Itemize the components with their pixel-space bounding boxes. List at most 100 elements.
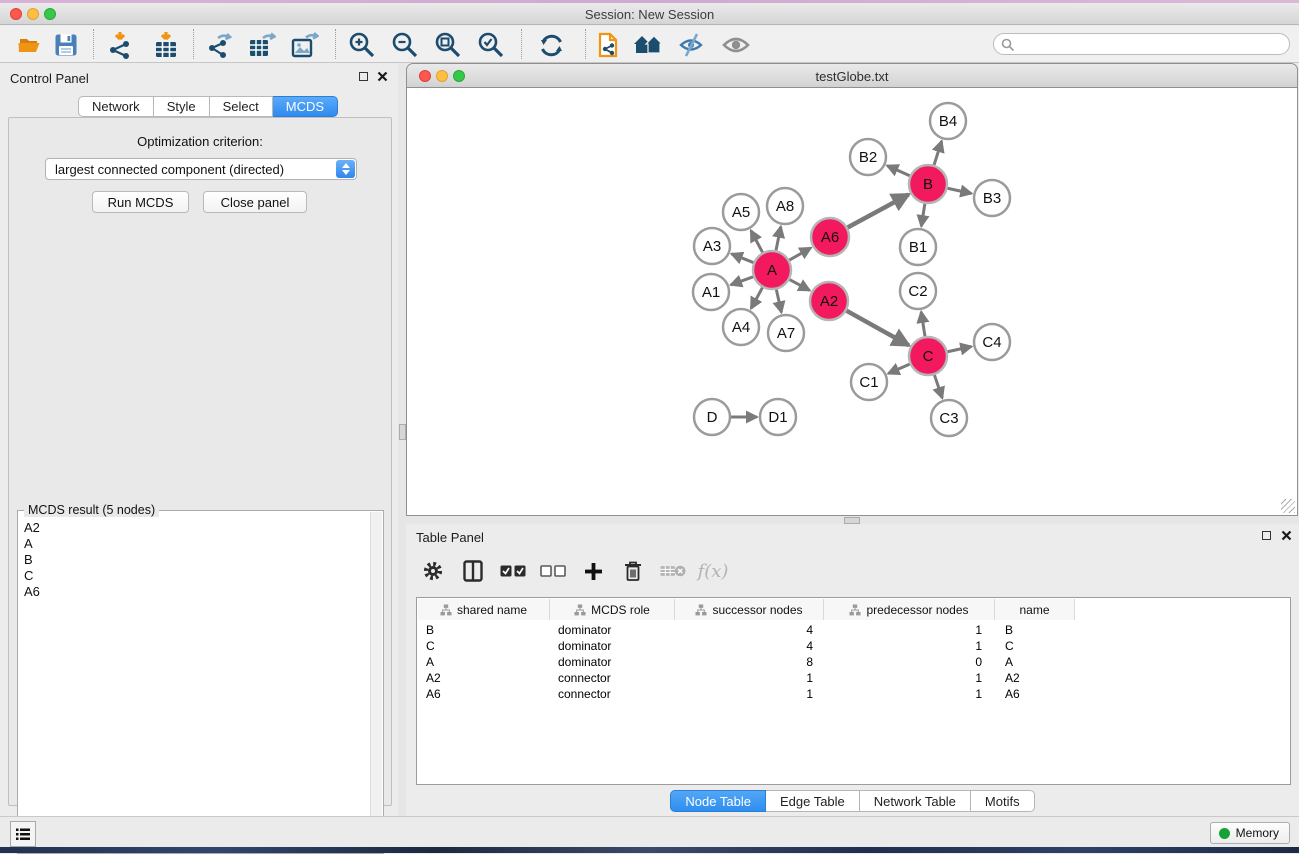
search-input[interactable] — [993, 33, 1290, 55]
table-cell[interactable]: C — [418, 638, 550, 654]
table-cell[interactable]: dominator — [550, 622, 675, 638]
table-cell[interactable]: 1 — [824, 670, 995, 686]
graph-edge-C-C4[interactable] — [948, 346, 972, 351]
graph-edge-A-A2[interactable] — [790, 280, 810, 291]
tab-node-table[interactable]: Node Table — [670, 790, 766, 812]
save-session-icon[interactable] — [51, 30, 81, 60]
table-cell[interactable]: 1 — [824, 686, 995, 702]
graph-node-C2[interactable]: C2 — [900, 273, 936, 309]
horizontal-splitter-handle[interactable] — [844, 517, 860, 524]
delete-column-icon[interactable] — [620, 558, 646, 584]
graph-edge-A-A8[interactable] — [776, 227, 781, 251]
table-cell[interactable]: connector — [550, 670, 675, 686]
open-session-icon[interactable] — [15, 30, 45, 60]
graph-node-C1[interactable]: C1 — [851, 364, 887, 400]
graph-node-A4[interactable]: A4 — [723, 309, 759, 345]
table-cell[interactable]: connector — [550, 686, 675, 702]
mcds-result-item[interactable]: B — [19, 551, 370, 567]
table-cell[interactable]: 1 — [675, 670, 824, 686]
split-columns-icon[interactable] — [460, 558, 486, 584]
tab-motifs[interactable]: Motifs — [971, 790, 1035, 812]
graph-edge-A-A7[interactable] — [776, 290, 781, 313]
run-mcds-button[interactable]: Run MCDS — [92, 191, 189, 213]
network-canvas[interactable]: B4B2BB3A8A5A6A3B1AA1C2A2A4A7C4CC1C3DD1 — [406, 88, 1298, 516]
graph-edge-A-A6[interactable] — [789, 248, 810, 260]
home-icon[interactable] — [633, 30, 663, 60]
table-row[interactable]: Cdominator41C — [418, 638, 1075, 654]
vertical-splitter-handle[interactable] — [399, 424, 406, 440]
table-cell[interactable]: A2 — [418, 670, 550, 686]
graph-node-A1[interactable]: A1 — [693, 274, 729, 310]
zoom-selected-icon[interactable] — [476, 30, 506, 60]
criterion-select[interactable]: largest connected component (directed) — [45, 158, 357, 180]
close-panel-icon[interactable] — [377, 71, 388, 82]
table-cell[interactable]: A — [995, 654, 1075, 670]
deselect-all-checkboxes-icon[interactable] — [540, 558, 566, 584]
mcds-result-item[interactable]: A2 — [19, 519, 370, 535]
table-cell[interactable]: 1 — [824, 622, 995, 638]
tab-network[interactable]: Network — [78, 96, 154, 117]
graph-node-D[interactable]: D — [694, 399, 730, 435]
select-all-checkboxes-icon[interactable] — [500, 558, 526, 584]
graph-node-C3[interactable]: C3 — [931, 400, 967, 436]
mcds-result-item[interactable]: C — [19, 567, 370, 583]
graph-node-A2[interactable]: A2 — [810, 282, 848, 320]
table-cell[interactable]: A — [418, 654, 550, 670]
import-network-icon[interactable] — [106, 30, 136, 60]
column-header-MCDS-role[interactable]: MCDS role — [550, 599, 675, 620]
table-cell[interactable]: 4 — [675, 638, 824, 654]
graph-node-A6[interactable]: A6 — [811, 218, 849, 256]
hide-glasses-icon[interactable] — [676, 30, 706, 60]
table-cell[interactable]: A2 — [995, 670, 1075, 686]
graph-node-A5[interactable]: A5 — [723, 194, 759, 230]
tab-mcds[interactable]: MCDS — [273, 96, 338, 117]
function-builder-icon[interactable]: f(x) — [700, 558, 726, 584]
float-table-panel-icon[interactable] — [1262, 531, 1271, 540]
table-row[interactable]: A2connector11A2 — [418, 670, 1075, 686]
table-row[interactable]: A6connector11A6 — [418, 686, 1075, 702]
export-table-icon[interactable] — [247, 30, 277, 60]
close-panel-button[interactable]: Close panel — [203, 191, 307, 213]
graph-node-B3[interactable]: B3 — [974, 180, 1010, 216]
table-cell[interactable]: 1 — [824, 638, 995, 654]
column-header-shared-name[interactable]: shared name — [418, 599, 550, 620]
column-header-successor-nodes[interactable]: successor nodes — [675, 599, 824, 620]
graph-edge-A-A3[interactable] — [731, 254, 753, 263]
horizontal-splitter[interactable] — [406, 516, 1299, 524]
graph-node-B2[interactable]: B2 — [850, 139, 886, 175]
graph-node-C[interactable]: C — [909, 337, 947, 375]
tab-edge-table[interactable]: Edge Table — [766, 790, 860, 812]
graph-edge-C-C1[interactable] — [888, 364, 909, 373]
memory-button[interactable]: Memory — [1210, 822, 1290, 844]
table-cell[interactable]: 4 — [675, 622, 824, 638]
table-cell[interactable]: A6 — [995, 686, 1075, 702]
graph-edge-B-B1[interactable] — [921, 204, 925, 227]
refresh-icon[interactable] — [536, 30, 566, 60]
graph-edge-B-B3[interactable] — [948, 188, 972, 193]
graph-edge-A-A5[interactable] — [751, 231, 763, 253]
table-cell[interactable]: 1 — [675, 686, 824, 702]
table-cell[interactable]: C — [995, 638, 1075, 654]
show-eye-icon[interactable] — [721, 30, 751, 60]
import-table-icon[interactable] — [151, 30, 181, 60]
graph-edge-A-A4[interactable] — [751, 288, 762, 309]
graph-edge-C-C3[interactable] — [934, 375, 942, 398]
graph-node-A3[interactable]: A3 — [694, 228, 730, 264]
show-panels-list-button[interactable] — [10, 821, 36, 847]
graph-edge-B-B4[interactable] — [934, 141, 942, 165]
table-cell[interactable]: 0 — [824, 654, 995, 670]
delete-table-icon[interactable] — [660, 558, 686, 584]
gear-icon[interactable] — [420, 558, 446, 584]
zoom-out-icon[interactable] — [390, 30, 420, 60]
column-header-name[interactable]: name — [995, 599, 1075, 620]
table-cell[interactable]: dominator — [550, 638, 675, 654]
tab-style[interactable]: Style — [154, 96, 210, 117]
graph-edge-A2-C[interactable] — [846, 311, 908, 346]
mcds-result-item[interactable]: A6 — [19, 583, 370, 599]
graph-edge-B-B2[interactable] — [887, 166, 910, 176]
zoom-in-icon[interactable] — [347, 30, 377, 60]
graph-node-A8[interactable]: A8 — [767, 188, 803, 224]
table-row[interactable]: Adominator80A — [418, 654, 1075, 670]
table-cell[interactable]: A6 — [418, 686, 550, 702]
export-image-icon[interactable] — [290, 30, 320, 60]
